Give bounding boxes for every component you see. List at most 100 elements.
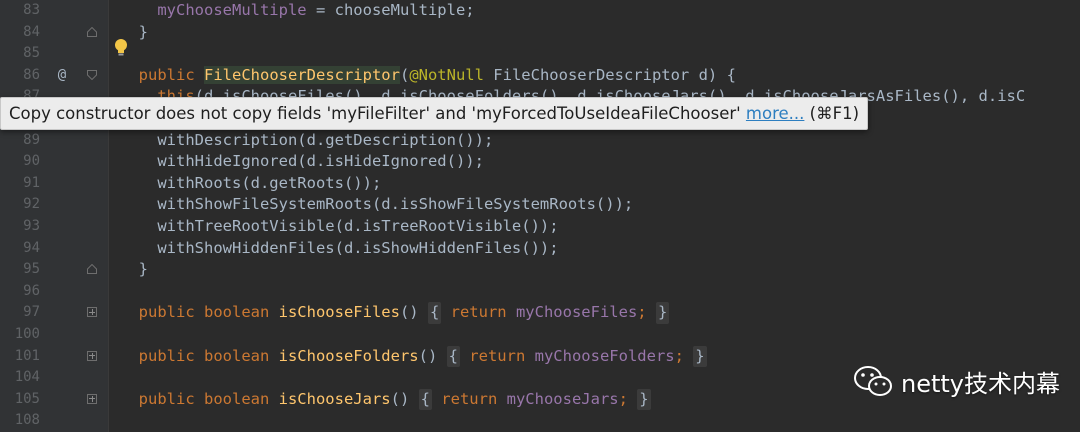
line-number: 86 [23, 66, 40, 83]
code-line[interactable]: 100 [0, 324, 1080, 346]
fold-end-icon[interactable] [87, 26, 97, 37]
fold-expand-icon[interactable] [87, 350, 97, 361]
code-text: myChooseMultiple = chooseMultiple; [120, 0, 475, 22]
line-number: 101 [14, 347, 40, 364]
code-text: withHideIgnored(d.isHideIgnored()); [120, 151, 484, 173]
code-token: myChooseFiles [515, 303, 638, 322]
code-token: return [459, 346, 535, 365]
line-number: 93 [23, 218, 40, 234]
code-token: public boolean [120, 303, 279, 322]
line-number: 92 [23, 196, 40, 213]
code-token: withShowHiddenFiles(d.isShowHiddenFiles(… [120, 238, 559, 257]
code-line[interactable]: 108 [0, 410, 1080, 432]
line-number: 95 [23, 261, 40, 278]
code-token: } [693, 345, 707, 368]
code-token: ; [618, 389, 628, 408]
code-line[interactable]: 94 withShowHiddenFiles(d.isShowHiddenFil… [0, 238, 1080, 260]
code-token: withRoots(d.getRoots()); [120, 173, 382, 192]
code-text: public boolean isChooseFiles() { return … [120, 302, 670, 324]
code-token: FileChooserDescriptor [204, 65, 400, 84]
code-text: public FileChooserDescriptor(@NotNull Fi… [120, 65, 736, 87]
code-token: public boolean [120, 389, 279, 408]
code-line[interactable]: 85 [0, 43, 1080, 65]
code-line[interactable]: 92 withShowFileSystemRoots(d.isShowFileS… [0, 194, 1080, 216]
code-token: isChooseJars [278, 389, 391, 408]
tooltip-shortcut: (⌘F1) [804, 104, 860, 123]
code-token: withTreeRootVisible(d.isTreeRootVisible(… [120, 217, 559, 235]
code-line[interactable]: 83 myChooseMultiple = chooseMultiple; [0, 0, 1080, 22]
line-number: 104 [14, 369, 40, 386]
code-line[interactable]: 91 withRoots(d.getRoots()); [0, 173, 1080, 195]
code-text: withDescription(d.getDescription()); [120, 130, 493, 152]
code-token: withShowFileSystemRoots(d.isShowFileSyst… [120, 195, 634, 214]
code-token: @NotNull [409, 65, 484, 84]
fold-expand-icon[interactable] [87, 393, 97, 404]
line-number: 89 [23, 131, 40, 148]
line-number: 83 [23, 2, 40, 18]
code-token: isChooseFiles [278, 303, 400, 322]
code-line[interactable]: 96 [0, 281, 1080, 303]
code-token: isChooseFolders [278, 346, 419, 365]
override-marker-icon[interactable]: @ [54, 65, 70, 87]
code-line[interactable]: 86 @ public FileChooserDescriptor(@NotNul… [0, 65, 1080, 87]
code-text: withTreeRootVisible(d.isTreeRootVisible(… [120, 216, 559, 238]
code-line[interactable]: 84 } [0, 22, 1080, 44]
code-token: return [431, 389, 507, 408]
code-line[interactable]: 90 withHideIgnored(d.isHideIgnored()); [0, 151, 1080, 173]
code-token: ; [674, 346, 684, 365]
code-token: { [427, 302, 442, 324]
line-number: 108 [14, 412, 40, 429]
code-token: public boolean [120, 346, 279, 365]
code-token: withDescription(d.getDescription()); [120, 130, 494, 149]
code-text: public boolean isChooseJars() { return m… [120, 388, 651, 411]
code-text: withRoots(d.getRoots()); [120, 173, 381, 195]
code-line[interactable]: 93 withTreeRootVisible(d.isTreeRootVisib… [0, 216, 1080, 238]
wechat-icon [854, 366, 892, 396]
lightbulb-icon[interactable] [113, 38, 129, 58]
fold-expand-icon[interactable] [87, 307, 97, 318]
code-token: { [418, 388, 432, 411]
code-text: } [120, 259, 148, 281]
code-token: FileChooserDescriptor d) { [483, 65, 736, 84]
line-number: 100 [14, 326, 40, 342]
line-number: 85 [23, 45, 40, 62]
code-line[interactable]: 95 } [0, 259, 1080, 281]
code-token: = chooseMultiple; [306, 1, 475, 19]
code-token: public [120, 65, 204, 84]
code-token: return [441, 303, 516, 322]
code-line[interactable]: 97 public boolean isChooseFiles() { retu… [0, 302, 1080, 324]
code-token: () [418, 346, 447, 365]
line-number: 94 [23, 239, 40, 256]
line-number: 97 [23, 304, 40, 321]
code-editor[interactable]: 83 myChooseMultiple = chooseMultiple; 84 … [0, 0, 1080, 432]
code-text: withShowFileSystemRoots(d.isShowFileSyst… [120, 194, 633, 216]
code-token: } [120, 260, 148, 279]
code-token: } [655, 302, 670, 324]
code-text: public boolean isChooseFolders() { retur… [120, 345, 707, 368]
code-token: myChooseFolders [534, 346, 675, 365]
more-link[interactable]: more... [746, 104, 804, 123]
code-token: withHideIgnored(d.isHideIgnored()); [120, 152, 484, 171]
line-number: 84 [23, 23, 40, 40]
watermark-text: netty技术内幕 [901, 369, 1060, 398]
fold-end-icon[interactable] [87, 264, 97, 275]
tooltip-message: Copy constructor does not copy fields 'm… [9, 104, 746, 123]
line-number: 105 [14, 390, 40, 407]
code-token: myChooseJars [506, 389, 619, 408]
line-number: 91 [23, 174, 40, 191]
line-number: 96 [23, 282, 40, 299]
inspection-tooltip: Copy constructor does not copy fields 'm… [0, 97, 869, 130]
code-token: ( [399, 65, 410, 84]
code-token: } [637, 388, 651, 411]
code-token: myChooseMultiple [120, 1, 307, 19]
code-line[interactable]: 89 withDescription(d.getDescription()); [0, 130, 1080, 152]
fold-start-icon[interactable] [87, 69, 97, 80]
code-token: () [399, 303, 428, 322]
code-token: ; [637, 303, 647, 322]
line-number: 90 [23, 153, 40, 170]
code-token: { [446, 345, 460, 368]
watermark: netty技术内幕 [853, 364, 1060, 398]
